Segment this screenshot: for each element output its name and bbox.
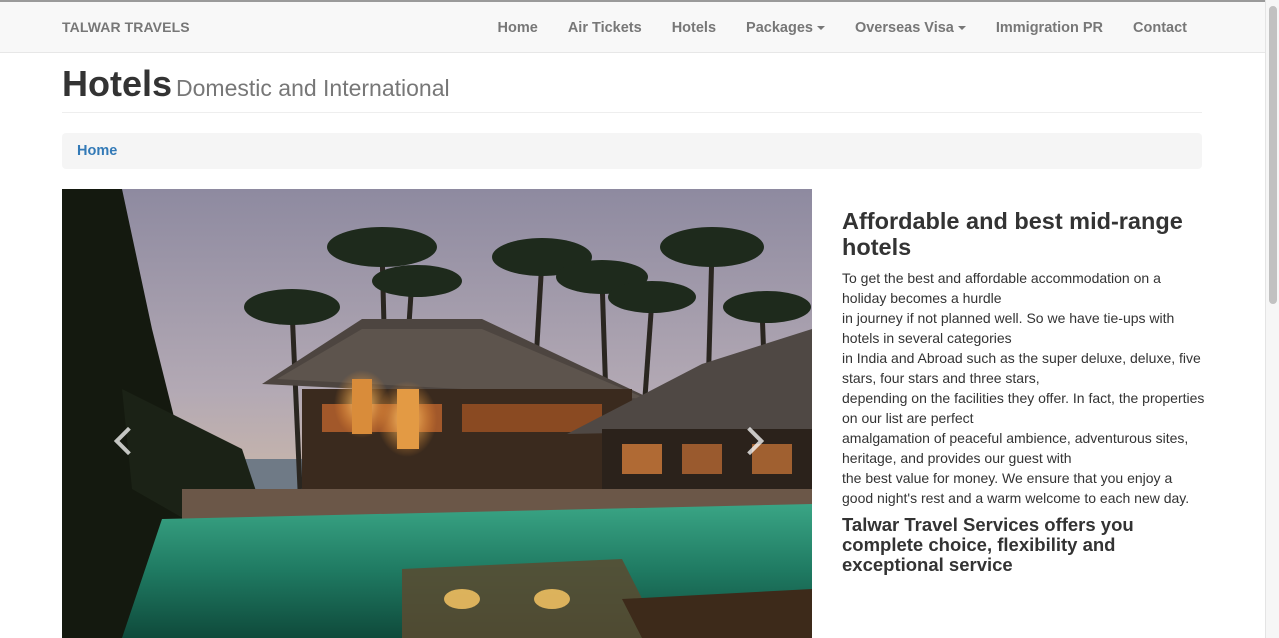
scrollbar-thumb[interactable] xyxy=(1269,6,1277,304)
nav-item-label: Hotels xyxy=(671,19,717,36)
resort-pool-photo xyxy=(62,189,812,638)
section-heading: Affordable and best mid-range hotels xyxy=(842,208,1183,260)
nav-item-label: Overseas Visa xyxy=(854,19,954,36)
description-line: in journey if not planned well. So we ha… xyxy=(842,310,1175,346)
nav-item-label: Air Tickets xyxy=(567,19,642,36)
description-line: in India and Abroad such as the super de… xyxy=(842,350,1201,386)
description-line: amalgamation of peaceful ambience, adven… xyxy=(842,430,1189,466)
nav-item-home[interactable]: Home xyxy=(483,2,553,53)
nav-item-contact[interactable]: Contact xyxy=(1118,2,1202,53)
hotel-description: Affordable and best mid-range hotels To … xyxy=(842,208,1207,575)
chevron-right-icon xyxy=(735,426,765,456)
page-header: Hotels Domestic and International xyxy=(62,63,1202,113)
page-scrollbar[interactable] xyxy=(1265,0,1279,638)
page-subtitle: Domestic and International xyxy=(176,75,450,101)
nav-item-label: Home xyxy=(497,19,538,36)
description-line: the best value for money. We ensure that… xyxy=(842,470,1190,506)
description-line: To get the best and affordable accommoda… xyxy=(842,270,1161,306)
nav-item-label: Immigration PR xyxy=(995,19,1104,36)
hotel-image-carousel[interactable] xyxy=(62,189,812,638)
nav-item-immigration-pr[interactable]: Immigration PR xyxy=(981,2,1118,53)
brand-logo-text[interactable]: TALWAR TRAVELS xyxy=(62,19,190,35)
carousel-prev-button[interactable] xyxy=(108,421,143,461)
description-paragraph: To get the best and affordable accommoda… xyxy=(842,268,1207,508)
description-line: depending on the facilities they offer. … xyxy=(842,390,1205,426)
nav-item-packages-dropdown[interactable]: Packages xyxy=(731,2,840,53)
nav-item-hotels[interactable]: Hotels xyxy=(657,2,731,53)
nav-menu: Home Air Tickets Hotels Packages Oversea… xyxy=(483,2,1202,53)
navbar: TALWAR TRAVELS Home Air Tickets Hotels P… xyxy=(0,2,1265,53)
caret-down-icon xyxy=(816,25,825,30)
breadcrumb: Home xyxy=(62,133,1202,169)
carousel-next-button[interactable] xyxy=(735,421,766,461)
caret-down-icon xyxy=(957,25,966,30)
breadcrumb-home-link[interactable]: Home xyxy=(77,143,117,159)
nav-item-label: Packages xyxy=(746,19,813,36)
tagline-heading: Talwar Travel Services offers you comple… xyxy=(842,514,1134,575)
nav-item-overseas-visa-dropdown[interactable]: Overseas Visa xyxy=(840,2,981,53)
nav-item-label: Contact xyxy=(1133,19,1187,36)
nav-item-air-tickets[interactable]: Air Tickets xyxy=(553,2,657,53)
page-title: Hotels xyxy=(62,63,173,104)
